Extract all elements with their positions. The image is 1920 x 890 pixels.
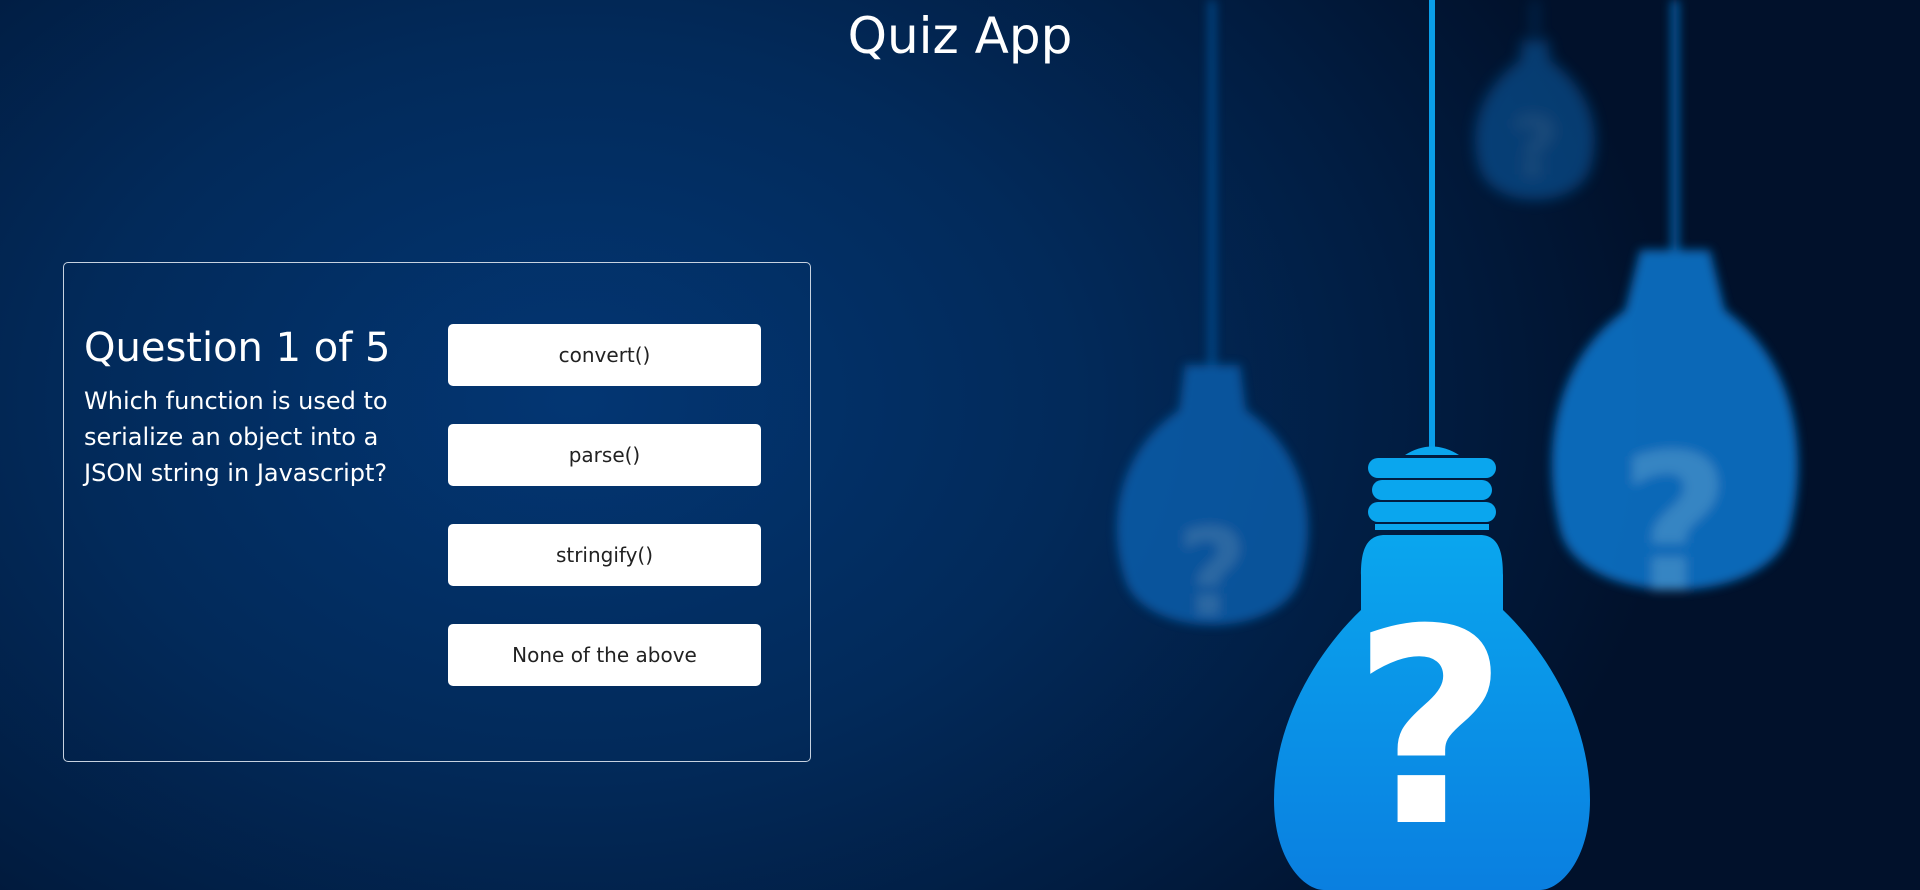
answer-section: convert() parse() stringify() None of th… bbox=[448, 324, 761, 724]
answer-button-stringify[interactable]: stringify() bbox=[448, 524, 761, 586]
answer-button-parse[interactable]: parse() bbox=[448, 424, 761, 486]
svg-text:?: ? bbox=[1177, 505, 1247, 644]
question-section: Question 1 of 5 Which function is used t… bbox=[84, 323, 414, 491]
quiz-card: Question 1 of 5 Which function is used t… bbox=[63, 262, 811, 762]
app-title: Quiz App bbox=[847, 7, 1073, 65]
background-bulb-right-icon: ? bbox=[1551, 0, 1799, 635]
answer-button-convert[interactable]: convert() bbox=[448, 324, 761, 386]
svg-text:?: ? bbox=[1512, 101, 1558, 194]
question-count: Question 1 of 5 bbox=[84, 325, 391, 371]
question-text: Which function is used to serialize an o… bbox=[84, 387, 388, 487]
svg-text:?: ? bbox=[1352, 571, 1509, 886]
background-bulb-left-icon: ? bbox=[1116, 0, 1309, 644]
answer-button-none[interactable]: None of the above bbox=[448, 624, 761, 686]
svg-text:?: ? bbox=[1620, 414, 1730, 635]
